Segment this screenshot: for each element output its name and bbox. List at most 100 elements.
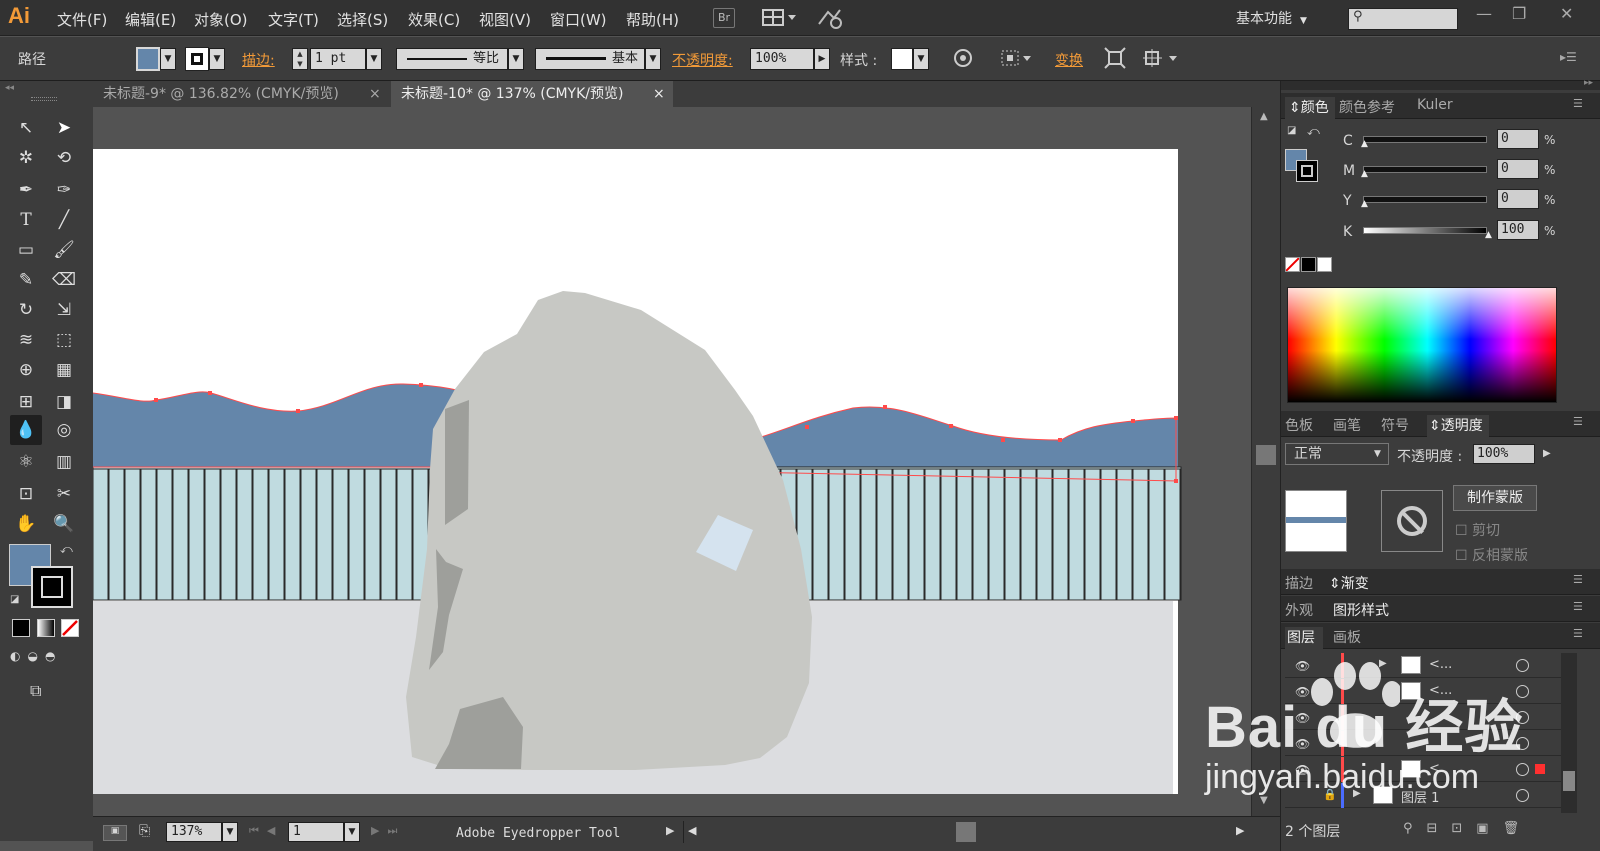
scroll-up-icon[interactable]: ▲ xyxy=(1260,111,1268,122)
channel-m-field[interactable]: 0 xyxy=(1497,159,1539,179)
panel-stroke-swatch[interactable] xyxy=(1296,160,1318,182)
selection-tool-icon[interactable]: ↖ xyxy=(12,115,40,141)
scroll-thumb[interactable] xyxy=(1256,445,1276,465)
white-swatch[interactable] xyxy=(1317,257,1332,272)
align-button[interactable] xyxy=(1000,47,1034,73)
stroke-weight-stepper[interactable]: ▲ ▼ xyxy=(292,48,308,70)
zoom-dropdown[interactable]: ▼ xyxy=(222,822,238,842)
tab-layers[interactable]: 图层 xyxy=(1285,627,1323,651)
curvature-tool-icon[interactable]: ✑ xyxy=(50,177,78,203)
eyedropper-tool-icon[interactable]: 💧 xyxy=(12,417,40,443)
bridge-button[interactable]: Br xyxy=(713,8,735,28)
slice-tool-icon[interactable]: ✂ xyxy=(50,481,78,507)
artboard-navigation-icon[interactable]: ▣ xyxy=(103,825,127,841)
target-icon[interactable] xyxy=(1516,763,1529,776)
magic-wand-tool-icon[interactable]: ✲ xyxy=(12,145,40,171)
tab-stroke[interactable]: 描边 xyxy=(1285,573,1313,593)
channel-k-slider[interactable] xyxy=(1363,227,1487,234)
opacity-dropdown[interactable]: ▶ xyxy=(814,48,830,70)
blend-tool-icon[interactable]: ◎ xyxy=(50,417,78,443)
tab-swatches[interactable]: 色板 xyxy=(1285,415,1313,435)
clip-checkbox[interactable]: ☐ 剪切 xyxy=(1455,520,1500,540)
page-next-icons[interactable]: ▶⏭ xyxy=(371,824,405,838)
tab-graphic-styles[interactable]: 图形样式 xyxy=(1333,600,1389,620)
tab-kuler[interactable]: Kuler xyxy=(1417,97,1453,113)
grip-icon[interactable] xyxy=(31,97,57,101)
opacity-arrow-icon[interactable]: ▶ xyxy=(1543,448,1551,459)
stroke-weight-dropdown[interactable]: ▼ xyxy=(366,48,382,70)
slider-thumb-y[interactable]: ▲ xyxy=(1361,199,1368,209)
free-transform-tool-icon[interactable]: ⬚ xyxy=(50,327,78,353)
panel-menu-icon[interactable]: ☰ xyxy=(1573,97,1583,110)
menu-edit[interactable]: 编辑(E) xyxy=(125,9,176,30)
channel-k-field[interactable]: 100 xyxy=(1497,220,1539,240)
transparency-opacity-field[interactable]: 100% xyxy=(1473,444,1535,464)
canvas-area[interactable]: ▲ ▼ xyxy=(93,107,1280,816)
color-spectrum[interactable] xyxy=(1287,287,1557,403)
default-fill-stroke-icon[interactable]: ◪ xyxy=(1287,125,1296,136)
tab-symbols[interactable]: 符号 xyxy=(1381,415,1409,435)
make-mask-button[interactable]: 制作蒙版 xyxy=(1453,485,1537,511)
graphic-style-swatch[interactable] xyxy=(891,48,913,70)
panel-menu-icon[interactable]: ☰ xyxy=(1573,600,1583,613)
menu-object[interactable]: 对象(O) xyxy=(194,9,248,30)
gradient-mode-button[interactable] xyxy=(37,619,55,637)
close-icon[interactable]: × xyxy=(653,81,665,107)
slider-thumb-m[interactable]: ▲ xyxy=(1361,169,1368,179)
lasso-tool-icon[interactable]: ⟲ xyxy=(50,145,78,171)
help-search-input[interactable]: ⚲ xyxy=(1348,8,1458,30)
none-swatch[interactable] xyxy=(1285,257,1300,272)
collapse-icon[interactable]: ◂◂ xyxy=(5,83,14,93)
workspace-switcher[interactable]: 基本功能 ▼ xyxy=(1236,8,1307,28)
fill-dropdown[interactable]: ▼ xyxy=(160,48,176,70)
default-colors-icon[interactable]: ◪ xyxy=(10,594,19,605)
perspective-grid-tool-icon[interactable]: ▦ xyxy=(50,357,78,383)
selected-art-indicator[interactable] xyxy=(1535,764,1545,774)
channel-c-field[interactable]: 0 xyxy=(1497,129,1539,149)
slider-thumb-k[interactable]: ▲ xyxy=(1485,230,1492,240)
transform-link[interactable]: 变换 xyxy=(1055,50,1083,70)
scroll-left-icon[interactable]: ◀ xyxy=(688,824,696,837)
tab-color-guide[interactable]: 颜色参考 xyxy=(1339,97,1395,117)
tab-transparency[interactable]: ⇕透明度 xyxy=(1427,415,1489,439)
pen-tool-icon[interactable]: ✒ xyxy=(12,177,40,203)
channel-y-field[interactable]: 0 xyxy=(1497,189,1539,209)
layer-actions-icons[interactable]: ⚲⊟⊡▣🗑 xyxy=(1403,821,1533,836)
page-dropdown[interactable]: ▼ xyxy=(344,822,360,842)
arrange-options-button[interactable] xyxy=(1142,47,1180,73)
drawing-modes-icon[interactable]: ◐◒◓ xyxy=(10,649,82,669)
opacity-field[interactable]: 100% xyxy=(750,48,814,70)
fill-swatch[interactable] xyxy=(136,47,160,71)
share-icon[interactable]: ⎘ xyxy=(139,823,150,839)
symbol-sprayer-tool-icon[interactable]: ⚛ xyxy=(12,449,40,475)
blend-mode-select[interactable]: 正常 ▼ xyxy=(1285,443,1389,465)
pencil-tool-icon[interactable]: ✎ xyxy=(12,267,40,293)
menu-file[interactable]: 文件(F) xyxy=(57,9,107,30)
tab-gradient[interactable]: ⇕渐变 xyxy=(1329,573,1369,593)
scale-tool-icon[interactable]: ⇲ xyxy=(50,297,78,323)
tab-appearance[interactable]: 外观 xyxy=(1285,600,1313,620)
variable-width-profile[interactable]: 等比 xyxy=(396,48,508,70)
isolate-button[interactable] xyxy=(1104,47,1126,73)
page-prev-icons[interactable]: ⏮◀ xyxy=(249,824,283,838)
slider-thumb-c[interactable]: ▲ xyxy=(1361,139,1368,149)
swap-fill-stroke-icon[interactable]: ⤺ xyxy=(1307,124,1320,139)
stroke-label[interactable]: 描边: xyxy=(242,50,275,70)
column-graph-tool-icon[interactable]: ▥ xyxy=(50,449,78,475)
panel-menu-icon[interactable]: ☰ xyxy=(1573,415,1583,428)
target-icon[interactable] xyxy=(1516,789,1529,802)
channel-m-slider[interactable] xyxy=(1363,166,1487,173)
profile-dropdown[interactable]: ▼ xyxy=(508,48,524,70)
tab-document-10[interactable]: 未标题-10* @ 137% (CMYK/预览) × xyxy=(391,81,673,107)
menu-effect[interactable]: 效果(C) xyxy=(408,9,460,30)
panel-menu-icon[interactable]: ☰ xyxy=(1573,627,1583,640)
style-dropdown[interactable]: ▼ xyxy=(913,48,929,70)
hand-tool-icon[interactable]: ✋ xyxy=(12,511,40,537)
opacity-label[interactable]: 不透明度: xyxy=(672,50,733,70)
close-window-button[interactable]: ✕ xyxy=(1560,4,1573,23)
tab-brushes[interactable]: 画笔 xyxy=(1333,415,1361,435)
dock-header[interactable]: ▸▸ xyxy=(1281,78,1600,90)
menu-view[interactable]: 视图(V) xyxy=(479,9,531,30)
minimize-button[interactable]: — xyxy=(1476,4,1492,23)
panel-menu-icon[interactable]: ☰ xyxy=(1573,573,1583,586)
